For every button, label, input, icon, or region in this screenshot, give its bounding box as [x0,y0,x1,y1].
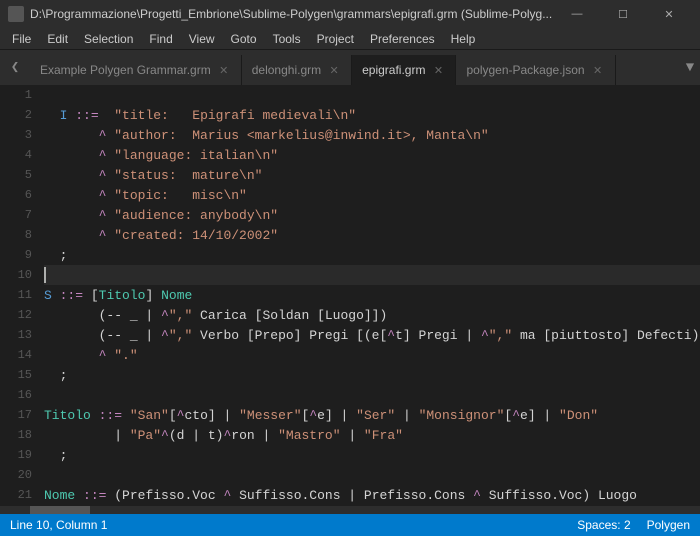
window-controls: — ☐ ✕ [554,0,692,28]
editor[interactable]: 1 2 3 4 5 6 7 8 9 10 11 12 13 14 15 16 1… [0,85,700,506]
code-line-3: ^ "author: Marius <markelius@inwind.it>,… [44,125,700,145]
code-line-21: Nome ::= (Prefisso.Voc ^ Suffisso.Cons |… [44,485,700,505]
code-line-9: ; [44,245,700,265]
tab-epigrafi[interactable]: epigrafi.grm ✕ [352,55,456,85]
gutter-13: 13 [0,325,40,345]
gutter-10: 10 [0,265,40,285]
status-bar: Line 10, Column 1 Spaces: 2 Polygen [0,514,700,536]
code-line-7: ^ "audience: anybody\n" [44,205,700,225]
app-icon [8,6,24,22]
gutter-12: 12 [0,305,40,325]
menu-preferences[interactable]: Preferences [362,28,443,50]
tab-close-delonghi[interactable]: ✕ [327,63,341,77]
code-line-19: ; [44,445,700,465]
gutter-7: 7 [0,205,40,225]
code-line-17: Titolo ::= "San"[^cto] | "Messer"[^e] | … [44,405,700,425]
maximize-button[interactable]: ☐ [600,0,646,28]
menu-bar: File Edit Selection Find View Goto Tools… [0,28,700,50]
code-line-18: | "Pa"^(d | t)^ron | "Mastro" | "Fra" [44,425,700,445]
gutter-11: 11 [0,285,40,305]
close-button[interactable]: ✕ [646,0,692,28]
gutter-18: 18 [0,425,40,445]
gutter-17: 17 [0,405,40,425]
menu-tools[interactable]: Tools [265,28,309,50]
gutter-3: 3 [0,125,40,145]
tab-close-example[interactable]: ✕ [217,63,231,77]
tab-label: polygen-Package.json [466,63,584,77]
scroll-thumb[interactable] [30,506,90,514]
tab-polygen-package[interactable]: polygen-Package.json ✕ [456,55,615,85]
tab-label: Example Polygen Grammar.grm [40,63,211,77]
code-area[interactable]: I ::= "title: Epigrafi medievali\n" ^ "a… [40,85,700,506]
tab-bar: ❮ Example Polygen Grammar.grm ✕ delonghi… [0,50,700,85]
gutter-14: 14 [0,345,40,365]
tab-nav-left[interactable]: ❮ [0,50,30,85]
status-right: Spaces: 2 Polygen [577,518,690,532]
tab-nav-right[interactable]: ▼ [680,50,700,85]
gutter-19: 19 [0,445,40,465]
spaces-indicator[interactable]: Spaces: 2 [577,518,630,532]
tab-label: epigrafi.grm [362,63,425,77]
gutter-15: 15 [0,365,40,385]
tab-close-polygen[interactable]: ✕ [591,63,605,77]
menu-find[interactable]: Find [141,28,180,50]
code-line-1 [44,85,700,105]
gutter-4: 4 [0,145,40,165]
tab-close-epigrafi[interactable]: ✕ [431,63,445,77]
menu-help[interactable]: Help [443,28,484,50]
status-left: Line 10, Column 1 [10,518,107,532]
code-line-10 [44,265,700,285]
tab-label: delonghi.grm [252,63,321,77]
line-numbers: 1 2 3 4 5 6 7 8 9 10 11 12 13 14 15 16 1… [0,85,40,506]
menu-project[interactable]: Project [309,28,362,50]
minimize-button[interactable]: — [554,0,600,28]
tab-delonghi[interactable]: delonghi.grm ✕ [242,55,352,85]
code-line-16 [44,385,700,405]
gutter-20: 20 [0,465,40,485]
code-line-14: ^ "." [44,345,700,365]
menu-goto[interactable]: Goto [223,28,265,50]
code-line-2: I ::= "title: Epigrafi medievali\n" [44,105,700,125]
code-line-4: ^ "language: italian\n" [44,145,700,165]
cursor-position: Line 10, Column 1 [10,518,107,532]
window-title: D:\Programmazione\Progetti_Embrione\Subl… [30,7,552,21]
gutter-8: 8 [0,225,40,245]
gutter-5: 5 [0,165,40,185]
code-line-6: ^ "topic: misc\n" [44,185,700,205]
code-line-8: ^ "created: 14/10/2002" [44,225,700,245]
syntax-indicator[interactable]: Polygen [647,518,690,532]
scrollbar[interactable] [0,506,700,514]
menu-edit[interactable]: Edit [39,28,76,50]
gutter-21: 21 [0,485,40,505]
code-line-15: ; [44,365,700,385]
code-line-11: S ::= [Titolo] Nome [44,285,700,305]
menu-selection[interactable]: Selection [76,28,141,50]
menu-file[interactable]: File [4,28,39,50]
tab-example-grm[interactable]: Example Polygen Grammar.grm ✕ [30,55,242,85]
code-line-13: (-- _ | ^"," Verbo [Prepo] Pregi [(e[^t]… [44,325,700,345]
gutter-9: 9 [0,245,40,265]
code-line-12: (-- _ | ^"," Carica [Soldan [Luogo]]) [44,305,700,325]
title-bar: D:\Programmazione\Progetti_Embrione\Subl… [0,0,700,28]
gutter-2: 2 [0,105,40,125]
gutter-1: 1 [0,85,40,105]
menu-view[interactable]: View [181,28,223,50]
code-line-20 [44,465,700,485]
code-line-5: ^ "status: mature\n" [44,165,700,185]
gutter-16: 16 [0,385,40,405]
gutter-6: 6 [0,185,40,205]
